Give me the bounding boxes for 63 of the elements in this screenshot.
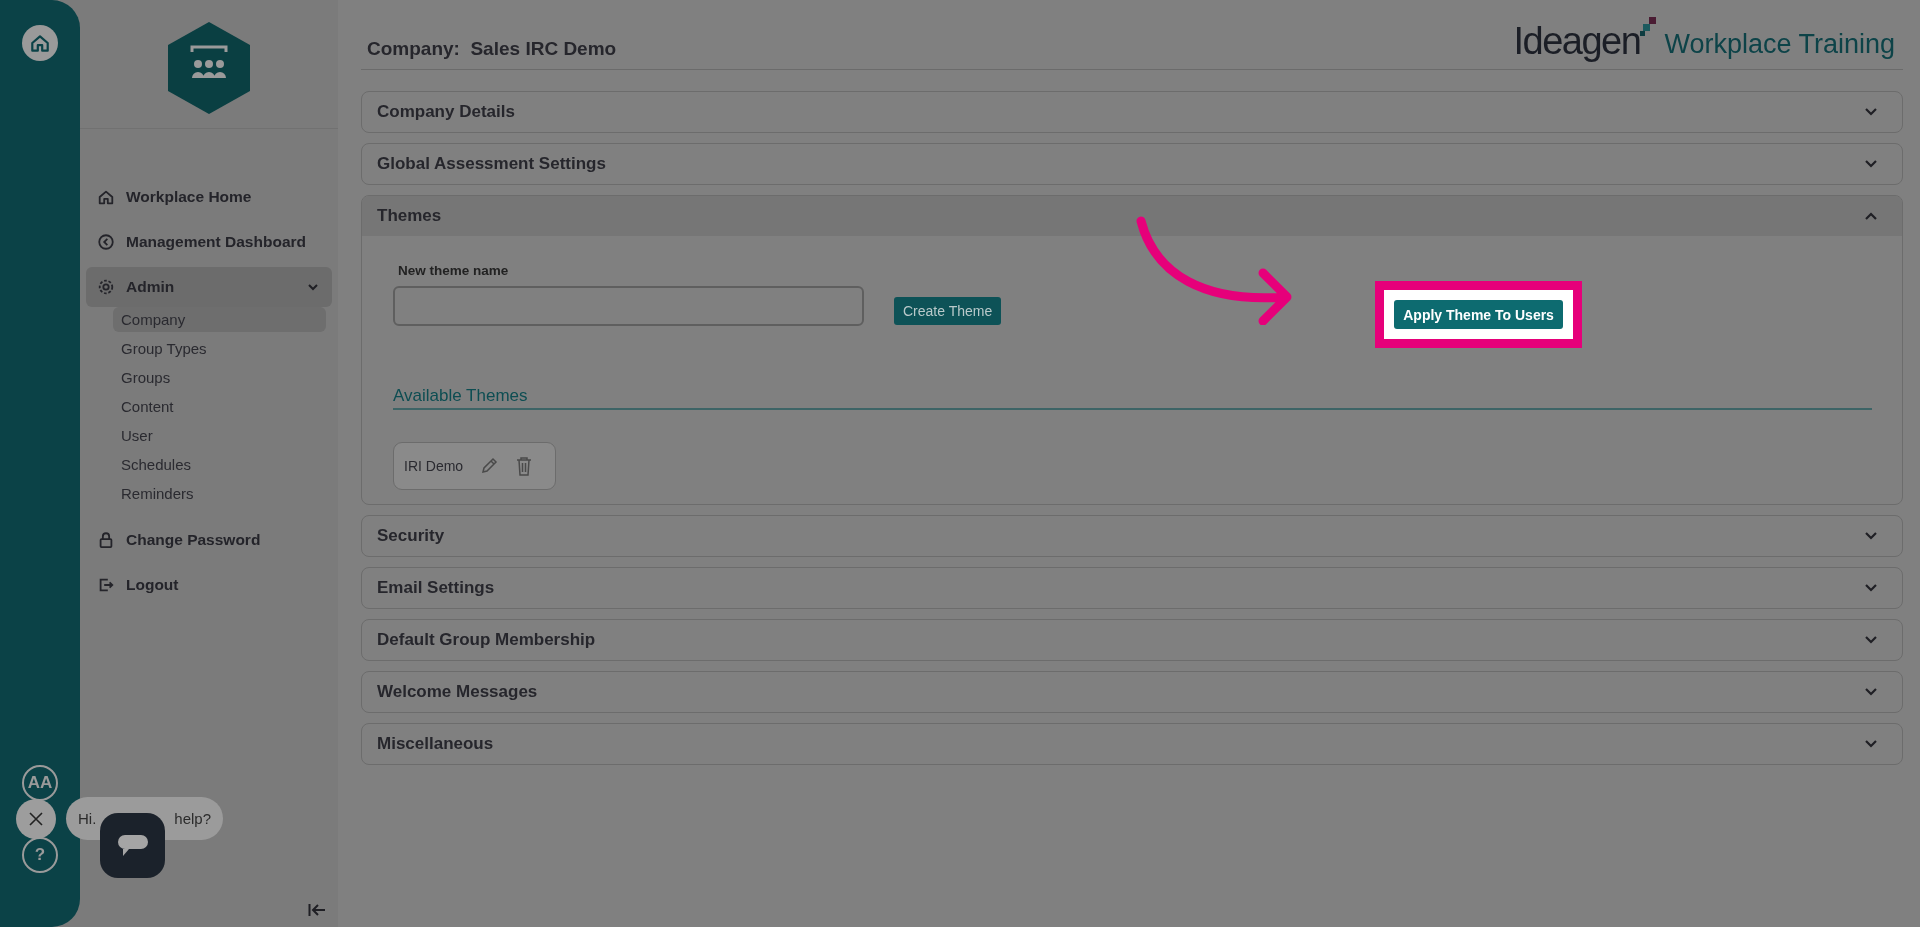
section-title: Themes [377,206,442,226]
apply-theme-button[interactable]: Apply Theme To Users [1394,300,1563,329]
create-theme-button[interactable]: Create Theme [894,297,1002,325]
accordion-header[interactable]: Themes [362,196,1902,236]
section-title: Default Group Membership [377,630,596,650]
accordion-header[interactable]: Default Group Membership [362,620,1902,660]
nav-subitem[interactable]: Content [113,392,326,421]
nav-item[interactable]: Change Password [86,520,332,560]
chevron-up-icon [1864,211,1878,221]
accordion-header[interactable]: Global Assessment Settings [362,144,1902,184]
nav-subitem[interactable]: User [113,421,326,450]
close-button[interactable] [16,799,56,839]
chat-text: help? [174,810,212,827]
nav-subitem[interactable]: Company [113,307,326,332]
section-title: Welcome Messages [377,682,538,702]
chevron-down-icon [1864,583,1878,593]
logout-icon [97,576,115,594]
close-icon [29,812,43,826]
nav-item[interactable]: Workplace Home [86,177,332,217]
section-title: Company Details [377,102,515,122]
nav-item[interactable]: Admin [86,267,332,307]
available-themes-heading: Available Themes [393,386,1872,410]
accordion-header[interactable]: Email Settings [362,568,1902,608]
section-title: Email Settings [377,578,495,598]
back-circle-icon [97,233,115,251]
section-title: Miscellaneous [377,734,494,754]
brand-wordmark: Ideagen [1513,22,1641,60]
chevron-down-icon [1864,107,1878,117]
lock-icon [97,531,115,549]
help-button[interactable]: ? [22,837,58,873]
gear-icon [97,278,115,296]
chat-text: Hi. [78,810,97,827]
nav-item[interactable]: Logout [86,565,332,605]
theme-name-field[interactable] [393,286,864,326]
home-icon [97,188,115,206]
cubes-icon [1640,16,1659,38]
nav-subitem[interactable]: Group Types [113,334,326,363]
chat-button[interactable] [100,813,165,878]
chevron-down-icon [1864,159,1878,169]
chevron-down-icon [1864,531,1878,541]
pencil-icon[interactable] [479,456,500,476]
trash-icon[interactable] [515,456,534,476]
collapse-sidebar-icon[interactable] [308,903,326,917]
chevron-down-icon [1864,687,1878,697]
nav-item[interactable]: Management Dashboard [86,222,332,262]
accordion-header[interactable]: Security [362,516,1902,556]
accordion-header[interactable]: Miscellaneous [362,724,1902,764]
nav-subitem[interactable]: Groups [113,363,326,392]
page-title: Company: Sales IRC Demo [367,38,617,60]
home-button[interactable] [22,25,58,61]
nav-subitem[interactable]: Schedules [113,450,326,479]
field-label: New theme name [397,263,510,278]
accordion-header[interactable]: Welcome Messages [362,672,1902,712]
chevron-down-icon [1864,739,1878,749]
section-title: Security [377,526,445,546]
theme-name: IRI Demo [404,458,464,474]
chevron-down-icon [1864,635,1878,645]
section-title: Global Assessment Settings [377,154,606,174]
nav-subitem[interactable]: Reminders [113,479,326,508]
accordion-header[interactable]: Company Details [362,92,1902,132]
home-icon [29,32,51,54]
product-name: Workplace Training [1664,30,1895,60]
app-logo-icon [168,22,250,114]
